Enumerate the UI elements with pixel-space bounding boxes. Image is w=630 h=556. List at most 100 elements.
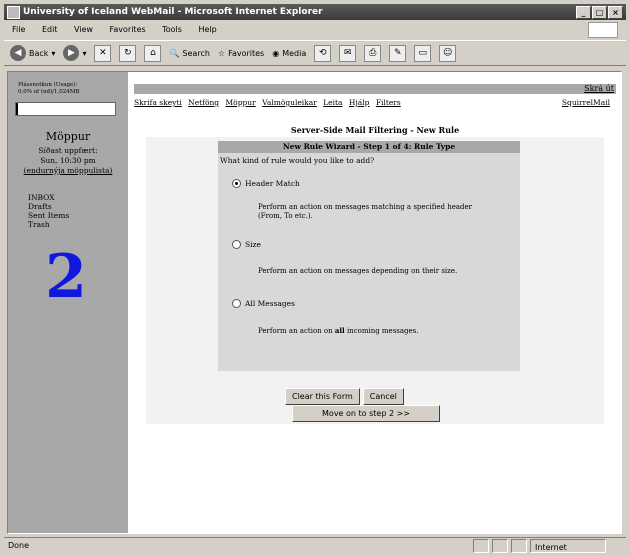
close-button[interactable]: ×: [608, 6, 623, 19]
print-icon[interactable]: ⎙: [364, 44, 382, 62]
panel-title: Server-Side Mail Filtering - New Rule: [290, 125, 460, 135]
usage-info: Plássnotkun (Usage): 0.0% of (nd)/1,024M…: [18, 82, 118, 96]
last-update-value: Sun, 10:30 pm: [40, 156, 96, 165]
stop-icon[interactable]: ✕: [94, 44, 112, 62]
dropdown-icon: ▾: [51, 48, 56, 58]
dropdown-icon: ▾: [82, 48, 87, 58]
wizard-question: What kind of rule would you like to add?: [220, 156, 375, 165]
security-zone: Internet: [530, 539, 606, 553]
browser-window: University of Iceland WebMail - Microsof…: [0, 0, 630, 556]
back-arrow-icon: ◀: [10, 45, 26, 61]
option-header-match[interactable]: Header Match: [232, 179, 300, 188]
forward-button[interactable]: ▶ ▾: [63, 45, 86, 61]
option-all-messages-desc: Perform an action on all incoming messag…: [258, 326, 488, 336]
form-buttons: Clear this Form Cancel: [285, 388, 404, 405]
last-update-label: Síðast uppfært:: [38, 146, 98, 155]
folder-sent-items[interactable]: Sent Items: [28, 211, 69, 220]
usage-value: 0.0% of (nd)/1,024MB: [18, 89, 80, 95]
radio-all-messages[interactable]: [232, 299, 241, 308]
desc-post: incoming messages.: [344, 327, 419, 335]
menu-favorites[interactable]: Favorites: [110, 25, 146, 34]
next-step-button[interactable]: Move on to step 2 >>: [292, 405, 440, 422]
status-bar: Done Internet: [4, 537, 626, 553]
minimize-button[interactable]: _: [576, 6, 591, 19]
option-size-desc: Perform an action on messages depending …: [258, 267, 458, 275]
top-nav: Skrifa skeyti Netföng Möppur Valmöguleik…: [134, 98, 616, 107]
panel-body: New Rule Wizard - Step 1 of 4: Rule Type…: [146, 137, 604, 424]
usage-bar: [15, 102, 116, 116]
toolbar: ◀ Back ▾ ▶ ▾ ✕ ↻ ⌂ 🔍 Search ☆ Favorites ◉ Medi…: [4, 40, 626, 66]
folder-trash[interactable]: Trash: [28, 220, 69, 229]
maximize-button[interactable]: □: [592, 6, 607, 19]
star-icon: ☆: [217, 48, 226, 58]
ie-app-icon: [7, 6, 20, 19]
mail-icon[interactable]: ✉: [339, 44, 357, 62]
search-button[interactable]: 🔍 Search: [169, 49, 209, 58]
history-icon[interactable]: ⟲: [314, 44, 332, 62]
option-header-match-desc: Perform an action on messages matching a…: [258, 203, 473, 220]
folders-meta: Síðast uppfært: Sun, 10:30 pm (endurnýja…: [8, 146, 128, 176]
annotation-number: 2: [45, 242, 87, 312]
favorites-label: Favorites: [228, 48, 265, 58]
signout-link[interactable]: Skrá út: [584, 84, 614, 94]
folder-inbox[interactable]: INBOX: [28, 193, 69, 202]
search-icon: 🔍: [169, 48, 180, 58]
nav-addresses[interactable]: Netföng: [188, 98, 219, 107]
desc-pre: Perform an action on: [258, 327, 335, 335]
rule-wizard: New Rule Wizard - Step 1 of 4: Rule Type…: [218, 141, 520, 371]
status-cell: [492, 539, 508, 553]
desc-bold: all: [334, 326, 345, 335]
radio-size[interactable]: [232, 240, 241, 249]
edit-icon[interactable]: ✎: [389, 44, 407, 62]
menu-bar: File Edit View Favorites Tools Help: [4, 22, 626, 38]
usage-bar-fill: [16, 103, 18, 115]
menu-file[interactable]: File: [12, 25, 25, 34]
option-header-match-label: Header Match: [245, 179, 300, 188]
back-button[interactable]: ◀ Back ▾: [10, 45, 55, 61]
refresh-icon[interactable]: ↻: [119, 44, 137, 62]
nav-search[interactable]: Leita: [323, 98, 342, 107]
filter-panel: Server-Side Mail Filtering - New Rule Ne…: [146, 124, 604, 424]
squirrelmail-link[interactable]: SquirrelMail: [562, 98, 610, 107]
nav-filters[interactable]: Filters: [376, 98, 401, 107]
menu-tools[interactable]: Tools: [162, 25, 182, 34]
option-size-label: Size: [245, 240, 261, 249]
refresh-folders-link[interactable]: (endurnýja möppulista): [8, 166, 128, 176]
media-label: Media: [282, 48, 307, 58]
option-all-messages[interactable]: All Messages: [232, 299, 295, 308]
main-content: Skrá út Skrifa skeyti Netföng Möppur Val…: [128, 72, 621, 533]
nav-folders[interactable]: Möppur: [226, 98, 256, 107]
media-icon: ◉: [272, 48, 280, 58]
discuss-icon[interactable]: ▭: [414, 44, 432, 62]
favorites-button[interactable]: ☆ Favorites: [218, 49, 264, 58]
folder-list: INBOX Drafts Sent Items Trash: [28, 193, 69, 229]
forward-arrow-icon: ▶: [63, 45, 80, 61]
home-icon[interactable]: ⌂: [144, 44, 162, 62]
messenger-icon[interactable]: ☺: [439, 44, 457, 62]
media-button[interactable]: ◉ Media: [272, 49, 306, 58]
search-label: Search: [182, 48, 210, 58]
radio-header-match[interactable]: [232, 179, 241, 188]
status-cell: [473, 539, 489, 553]
windows-logo-icon: [588, 22, 618, 38]
status-text: Done: [8, 541, 30, 550]
folder-drafts[interactable]: Drafts: [28, 202, 69, 211]
cancel-button[interactable]: Cancel: [362, 388, 404, 405]
menu-edit[interactable]: Edit: [42, 25, 58, 34]
clear-form-button[interactable]: Clear this Form: [285, 388, 360, 405]
nav-help[interactable]: Hjálp: [349, 98, 370, 107]
nav-options[interactable]: Valmöguleikar: [262, 98, 317, 107]
option-size[interactable]: Size: [232, 240, 261, 249]
menu-help[interactable]: Help: [198, 25, 216, 34]
page-viewport: Plássnotkun (Usage): 0.0% of (nd)/1,024M…: [7, 71, 622, 534]
window-title: University of Iceland WebMail - Microsof…: [23, 7, 323, 17]
menu-view[interactable]: View: [74, 25, 93, 34]
lock-cell-icon: [511, 539, 527, 553]
nav-compose[interactable]: Skrifa skeyti: [134, 98, 182, 107]
back-label: Back: [29, 48, 49, 58]
wizard-title: New Rule Wizard - Step 1 of 4: Rule Type: [218, 141, 520, 153]
folders-title: Möppur: [45, 130, 91, 143]
folder-sidebar: Plássnotkun (Usage): 0.0% of (nd)/1,024M…: [8, 72, 128, 533]
top-bar: Skrá út: [134, 84, 616, 94]
usage-label: Plássnotkun (Usage):: [18, 82, 78, 88]
